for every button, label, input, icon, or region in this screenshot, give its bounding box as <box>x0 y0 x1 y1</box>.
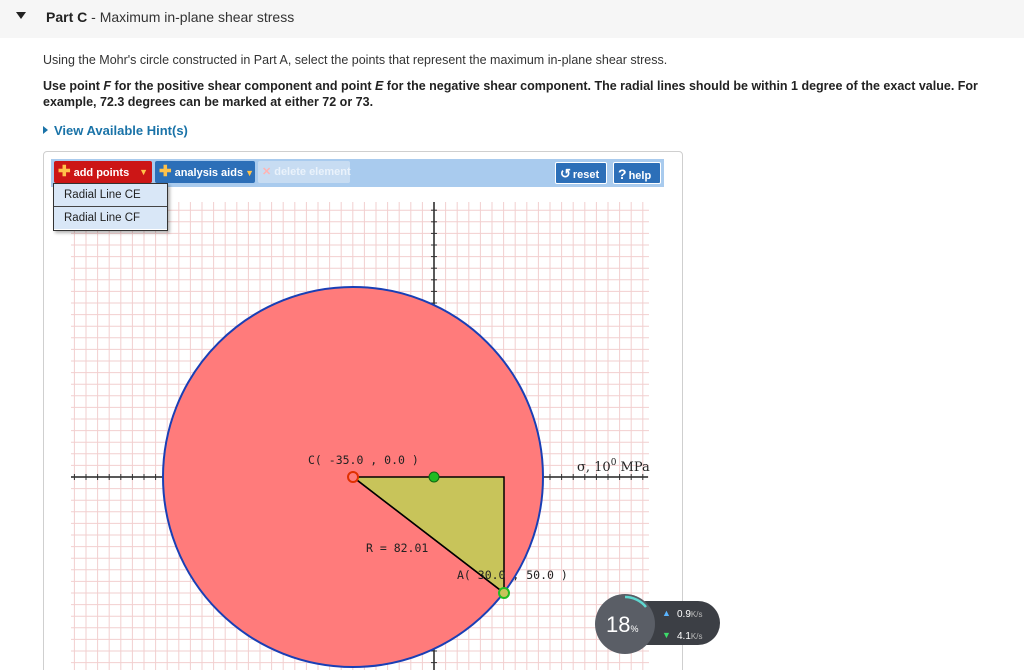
instructions: Using the Mohr's circle constructed in P… <box>43 53 668 67</box>
part-title-text: Maximum in-plane shear stress <box>99 9 295 25</box>
center-point-c[interactable] <box>347 471 359 483</box>
delete-element-label: delete element <box>274 166 351 178</box>
part-header[interactable]: Part C - Maximum in-plane shear stress <box>0 0 1024 38</box>
origin-point[interactable] <box>428 471 440 483</box>
point-a-label: A( 30.0 , 50.0 ) <box>457 568 568 582</box>
help-button[interactable]: ? help <box>613 162 661 184</box>
dropdown-arrow-icon: ▼ <box>139 167 148 177</box>
plus-icon: ✚ <box>159 163 172 180</box>
part-separator: - <box>87 9 100 25</box>
add-points-label: add points <box>73 167 130 179</box>
bandwidth-widget: 18% ▲ 0.9K/s ▼ 4.1K/s <box>595 594 720 654</box>
instr-text-1: Use point <box>43 79 104 93</box>
menu-item-radial-line-ce[interactable]: Radial Line CE <box>54 184 167 207</box>
part-label: Part C <box>46 9 88 25</box>
point-a[interactable] <box>498 587 510 599</box>
add-points-menu: Radial Line CE Radial Line CF <box>53 183 168 231</box>
view-hints-link[interactable]: View Available Hint(s) <box>43 123 188 138</box>
dropdown-arrow-icon: ▼ <box>245 168 254 178</box>
part-title: Part C - Maximum in-plane shear stress <box>46 9 294 25</box>
plus-icon: ✚ <box>58 163 71 180</box>
collapse-caret-icon[interactable] <box>16 12 26 19</box>
point-c-label: C( -35.0 , 0.0 ) <box>308 453 419 467</box>
instr-text-2: for the positive shear component and poi… <box>111 79 375 93</box>
menu-item-radial-line-cf[interactable]: Radial Line CF <box>54 207 167 230</box>
reset-button[interactable]: ↺ reset <box>555 162 607 184</box>
bold-instruction: Use point F for the positive shear compo… <box>43 78 1018 110</box>
upload-arrow-icon: ▲ <box>662 608 671 618</box>
radius-label: R = 82.01 <box>366 541 428 555</box>
analysis-aids-label: analysis aids <box>174 167 244 179</box>
download-arrow-icon: ▼ <box>662 630 671 640</box>
hint-link-label: View Available Hint(s) <box>54 123 188 138</box>
add-points-button[interactable]: ✚ add points ▼ <box>54 161 152 183</box>
analysis-aids-button[interactable]: ✚ analysis aids ▼ <box>155 161 255 183</box>
help-label: help <box>628 170 652 182</box>
reset-icon: ↺ <box>560 166 571 181</box>
instr-point-f: F <box>103 79 112 93</box>
download-speed: 4.1K/s <box>677 631 702 642</box>
mohr-circle-canvas[interactable]: C( -35.0 , 0.0 ) R = 82.01 A( 30.0 , 50.… <box>51 187 664 670</box>
delete-element-button[interactable]: ✕ delete element <box>258 161 351 183</box>
reset-label: reset <box>572 169 600 181</box>
upload-speed: 0.9K/s <box>677 609 702 620</box>
expand-triangle-icon <box>43 126 48 134</box>
help-icon: ? <box>618 166 627 182</box>
sigma-axis-label: σ, 100 MPa <box>577 458 650 475</box>
delete-x-icon: ✕ <box>262 166 272 178</box>
